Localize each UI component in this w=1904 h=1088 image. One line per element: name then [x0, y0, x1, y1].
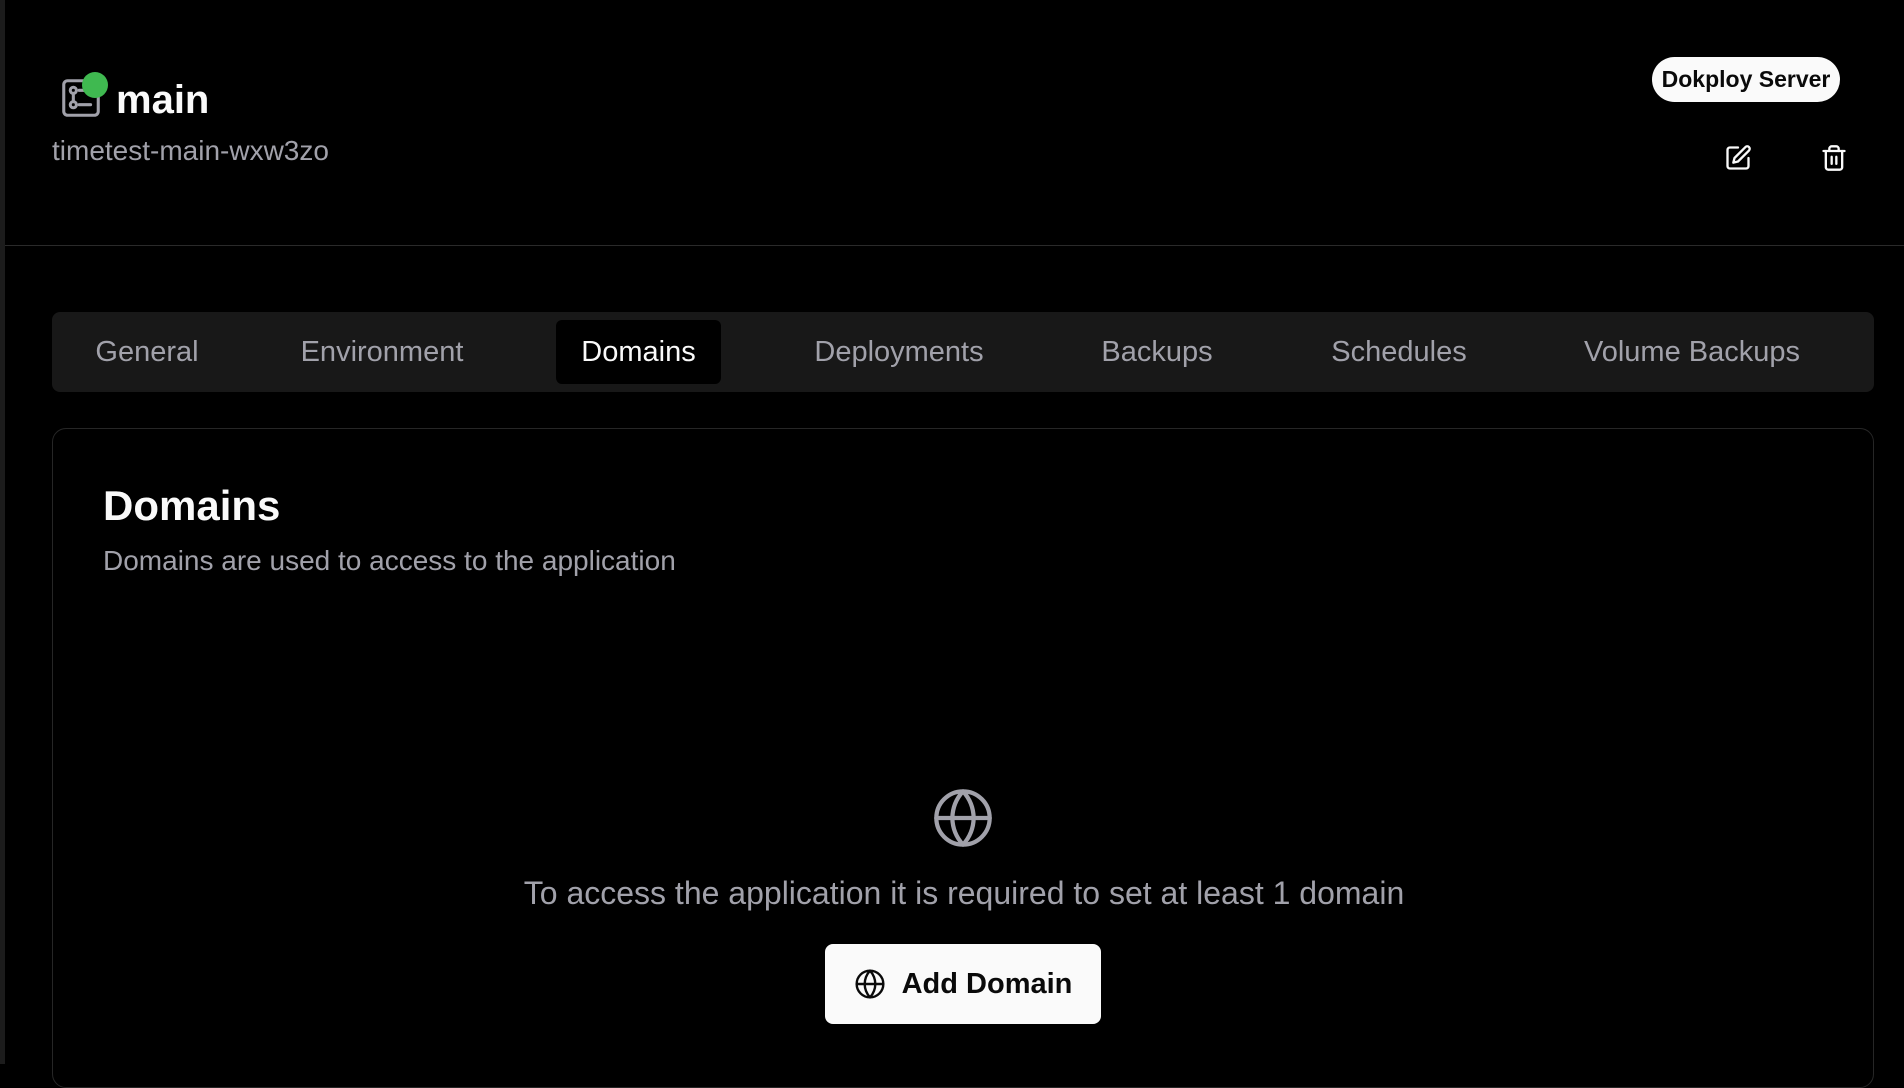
page-header: main timetest-main-wxw3zo Dokploy Server [5, 0, 1904, 246]
tab-domains[interactable]: Domains [556, 320, 721, 384]
delete-button[interactable] [1814, 138, 1854, 178]
status-indicator [82, 72, 108, 98]
tab-deployments[interactable]: Deployments [793, 320, 1005, 384]
app-icon [55, 70, 111, 126]
globe-icon [855, 969, 885, 999]
tab-schedules[interactable]: Schedules [1309, 320, 1489, 384]
edit-icon [1726, 145, 1751, 170]
edit-button[interactable] [1718, 138, 1758, 178]
domains-card: Domains Domains are used to access to th… [52, 428, 1874, 1088]
globe-icon [934, 789, 992, 847]
card-description: Domains are used to access to the applic… [103, 545, 676, 576]
add-domain-button[interactable]: Add Domain [825, 944, 1101, 1024]
tab-environment[interactable]: Environment [277, 320, 487, 384]
add-domain-label: Add Domain [901, 967, 1073, 1000]
tab-volume-backups[interactable]: Volume Backups [1562, 320, 1822, 384]
page-title: main [116, 78, 210, 122]
tab-general[interactable]: General [72, 320, 222, 384]
app-name-subtitle: timetest-main-wxw3zo [52, 135, 329, 166]
trash-icon [1822, 145, 1846, 171]
tab-backups[interactable]: Backups [1082, 320, 1232, 384]
tab-bar: General Environment Domains Deployments … [52, 312, 1874, 392]
empty-state-message: To access the application it is required… [523, 875, 1405, 911]
card-title: Domains [103, 482, 281, 529]
server-badge: Dokploy Server [1652, 57, 1840, 102]
empty-state-icon [931, 786, 995, 850]
